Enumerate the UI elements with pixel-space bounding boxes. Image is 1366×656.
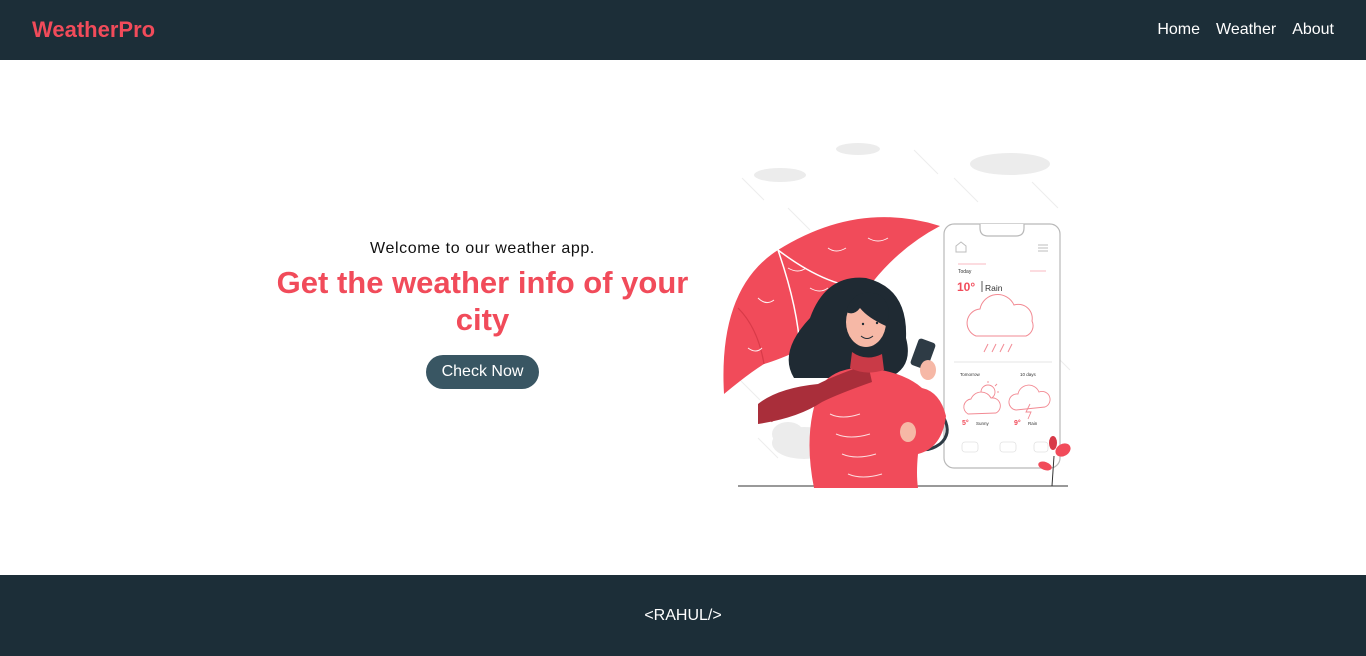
nav-link-home[interactable]: Home (1157, 21, 1200, 39)
nav-link-weather[interactable]: Weather (1216, 21, 1276, 39)
welcome-text: Welcome to our weather app. (370, 240, 595, 257)
top-navbar: WeatherPro Home Weather About (0, 0, 1366, 60)
hero-section: Welcome to our weather app. Get the weat… (250, 240, 715, 389)
nav-link-about[interactable]: About (1292, 21, 1334, 39)
phone-today-label: Today (958, 269, 972, 275)
phone-today-temp: 10° (957, 280, 975, 294)
page-footer: <RAHUL/> (0, 575, 1366, 656)
weather-illustration: Today 10° Rain Tomorrow 10 days 5° Sunny… (723, 143, 1071, 488)
phone-tomorrow-condition: Sunny (976, 421, 990, 426)
phone-today-condition: Rain (985, 283, 1003, 293)
phone-tomorrow-temp: 5° (962, 419, 969, 427)
phone-tendays-condition: Rain (1028, 421, 1038, 426)
hero-headline: Get the weather info of your city (276, 265, 689, 337)
phone-mockup: Today 10° Rain Tomorrow 10 days 5° Sunny… (943, 223, 1061, 469)
phone-tendays-label: 10 days (1020, 372, 1037, 377)
brand-logo[interactable]: WeatherPro (32, 17, 155, 43)
check-now-button[interactable]: Check Now (425, 355, 540, 389)
nav-links: Home Weather About (1157, 21, 1334, 39)
phone-tendays-temp: 9° (1014, 419, 1021, 427)
footer-credit: <RAHUL/> (644, 606, 722, 624)
phone-tomorrow-label: Tomorrow (960, 372, 981, 377)
